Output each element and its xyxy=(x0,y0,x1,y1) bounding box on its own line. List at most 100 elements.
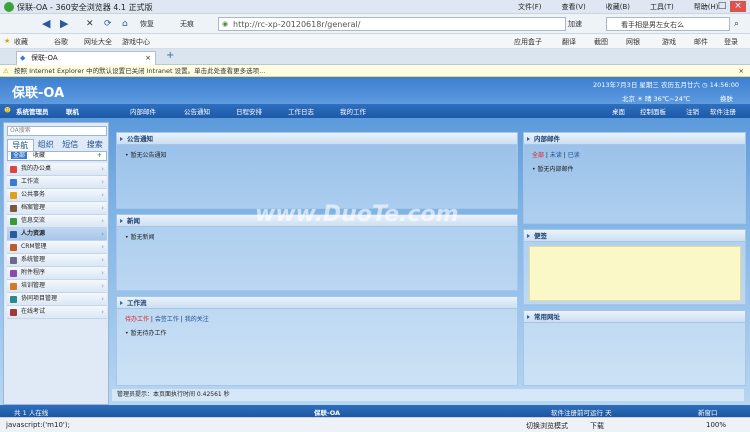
tab-sms[interactable]: 短信 xyxy=(58,139,83,151)
menu-item-workflow[interactable]: 工作流 › xyxy=(7,176,107,189)
menu-tools[interactable]: 工具(T) xyxy=(650,2,674,12)
tab-navigation[interactable]: 导航 xyxy=(7,139,34,151)
menu-item-attachments[interactable]: 附件程序 › xyxy=(7,267,107,280)
chevron-right-icon: › xyxy=(101,308,104,316)
search-input[interactable]: 看手相是男左女右么 xyxy=(606,17,730,31)
nav-notice[interactable]: 公告通知 xyxy=(184,106,210,116)
switch-mode-button[interactable]: 切换浏览模式 xyxy=(526,421,568,431)
menu-item-hr[interactable]: 人力资源 › xyxy=(7,228,107,241)
online-status[interactable]: 联机 xyxy=(66,106,79,116)
fav-google[interactable]: 谷歌 xyxy=(54,37,68,47)
fav-game-center[interactable]: 游戏中心 xyxy=(122,37,150,47)
menu-item-system[interactable]: 系统管理 › xyxy=(7,254,107,267)
date-text: 2013年7月3日 星期三 农历五月廿六 xyxy=(593,81,700,89)
memo-area[interactable] xyxy=(529,246,741,301)
restore-button[interactable]: 恢复 xyxy=(140,17,154,31)
tab-following[interactable]: 我的关注 xyxy=(185,316,209,323)
login-button[interactable]: 登录 xyxy=(724,37,738,47)
nav-desktop[interactable]: 桌面 xyxy=(612,106,625,116)
nav-control-panel[interactable]: 控制面板 xyxy=(640,106,666,116)
menu-view[interactable]: 查看(V) xyxy=(562,2,586,12)
city-text: 北京 xyxy=(622,95,635,103)
tab-organization[interactable]: 组织 xyxy=(34,139,59,151)
nav-logout[interactable]: 注销 xyxy=(686,106,699,116)
home-icon[interactable]: ⌂ xyxy=(122,17,128,31)
minimize-icon[interactable]: – xyxy=(698,1,714,12)
oa-search-input[interactable]: OA搜索 xyxy=(7,126,107,136)
exam-icon xyxy=(10,309,17,316)
zoom-level[interactable]: 100% xyxy=(706,421,726,429)
chevron-right-icon: › xyxy=(101,282,104,290)
menu-item-training[interactable]: 培训管理 › xyxy=(7,280,107,293)
games-button[interactable]: 游戏 xyxy=(662,37,676,47)
attachment-icon xyxy=(10,270,17,277)
skin-button[interactable]: 换肤 xyxy=(720,93,733,103)
close-icon[interactable]: × xyxy=(730,1,746,12)
no-trace-button[interactable]: 无痕 xyxy=(180,17,194,31)
nav-worklog[interactable]: 工作日志 xyxy=(288,106,314,116)
left-panel: OA搜索 导航 组织 短信 搜索 全部 收藏 + 我的办公桌 › 工作流 › 公共事… xyxy=(3,122,109,405)
menu-item-archives[interactable]: 档案管理 › xyxy=(7,202,107,215)
menu-item-label: 信息交流 xyxy=(21,217,46,224)
nav-bar: ◀ ▶ ✕ ⟳ ⌂ 恢复 无痕 ◉ http://rc-xp-20120618r… xyxy=(0,14,750,34)
nav-internal-mail[interactable]: 内部邮件 xyxy=(130,106,156,116)
mail-button[interactable]: 邮件 xyxy=(694,37,708,47)
screenshot-button[interactable]: 截图 xyxy=(594,37,608,47)
menu-item-desk[interactable]: 我的办公桌 › xyxy=(7,163,107,176)
search-icon[interactable]: ⌕ xyxy=(734,17,739,31)
translate-button[interactable]: 翻译 xyxy=(562,37,576,47)
info-close-icon[interactable]: × xyxy=(739,65,744,77)
new-tab-icon[interactable]: + xyxy=(166,50,174,61)
menu-item-crm[interactable]: CRM管理 › xyxy=(7,241,107,254)
online-users[interactable]: 共 1 人在线 xyxy=(14,407,48,417)
menu-bar: 文件(F) 查看(V) 收藏(B) 工具(T) 帮助(H) xyxy=(518,2,719,12)
menu-item-project[interactable]: 协同项目管理 › xyxy=(7,293,107,306)
info-bar[interactable]: ⚠ 按照 Internet Explorer 中的默认设置已关闭 Intrane… xyxy=(0,65,750,77)
tab-search[interactable]: 搜索 xyxy=(83,139,108,151)
tab-countersign[interactable]: 会签工作 xyxy=(155,316,179,323)
warning-icon: ⚠ xyxy=(3,67,9,75)
address-url: http://rc-xp-20120618r/general/ xyxy=(233,20,361,29)
forward-icon[interactable]: ▶ xyxy=(60,17,68,31)
notice-panel: 公告通知 暂无公告通知 xyxy=(116,132,518,209)
menu-item-info-exchange[interactable]: 信息交流 › xyxy=(7,215,107,228)
workflow-icon xyxy=(10,179,17,186)
menu-item-exam[interactable]: 在线考试 › xyxy=(7,306,107,319)
tab-all-mail[interactable]: 全部 xyxy=(532,152,544,159)
chevron-right-icon: › xyxy=(101,295,104,303)
sub-tabs: 全部 收藏 + xyxy=(7,151,107,161)
new-window-button[interactable]: 新窗口 xyxy=(698,407,718,417)
bank-button[interactable]: 网银 xyxy=(626,37,640,47)
address-bar[interactable]: ◉ http://rc-xp-20120618r/general/ xyxy=(218,17,566,31)
favorites-button[interactable]: 收藏 xyxy=(14,37,28,47)
fav-site-index[interactable]: 网址大全 xyxy=(84,37,112,47)
memo-panel: 便签 xyxy=(523,229,746,305)
menu-favorites[interactable]: 收藏(B) xyxy=(606,2,630,12)
nav-menu: 我的办公桌 › 工作流 › 公共事务 › 档案管理 › 信息交流 › 人力资源 › CRM管… xyxy=(7,163,107,319)
menu-item-public-affairs[interactable]: 公共事务 › xyxy=(7,189,107,202)
subtab-favorites[interactable]: 收藏 xyxy=(33,152,45,159)
tab-label: 保联-OA xyxy=(31,54,58,62)
tab-pending[interactable]: 待办工作 xyxy=(125,316,149,323)
accelerate-button[interactable]: 加速 xyxy=(568,17,582,31)
back-icon[interactable]: ◀ xyxy=(42,17,50,31)
user-icon: ☻ xyxy=(4,106,11,114)
page-icon: ◉ xyxy=(222,20,229,28)
user-name[interactable]: 系统管理员 xyxy=(16,106,49,116)
nav-schedule[interactable]: 日程安排 xyxy=(236,106,262,116)
stop-icon[interactable]: ✕ xyxy=(86,17,94,31)
nav-my-work[interactable]: 我的工作 xyxy=(340,106,366,116)
tab-read[interactable]: 已读 xyxy=(568,152,580,159)
subtab-all[interactable]: 全部 xyxy=(11,152,28,159)
maximize-icon[interactable]: □ xyxy=(714,1,730,12)
tab-close-icon[interactable]: × xyxy=(145,52,151,64)
tab-unread[interactable]: 未读 xyxy=(550,152,562,159)
refresh-icon[interactable]: ⟳ xyxy=(104,17,112,31)
app-box-button[interactable]: 应用盒子 xyxy=(514,37,542,47)
tab-oa[interactable]: ◆ 保联-OA × xyxy=(16,51,156,65)
nav-register[interactable]: 软件注册 xyxy=(710,106,736,116)
add-favorite-icon[interactable]: + xyxy=(97,152,102,160)
download-button[interactable]: 下载 xyxy=(590,421,604,431)
menu-file[interactable]: 文件(F) xyxy=(518,2,542,12)
menu-item-label: 系统管理 xyxy=(21,256,46,263)
